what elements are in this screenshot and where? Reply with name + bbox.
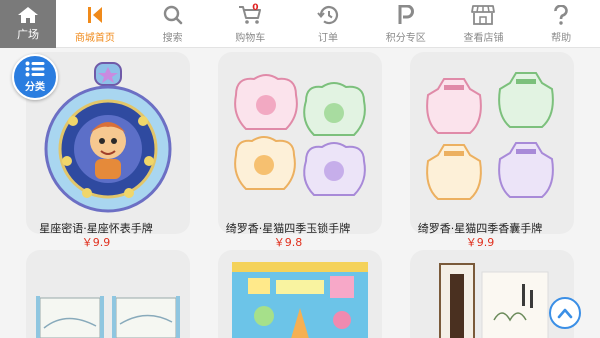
search-icon (163, 5, 182, 25)
product-card[interactable] (218, 52, 382, 234)
product-card[interactable] (410, 250, 574, 338)
home-icon (18, 7, 38, 23)
category-button-label: 分类 (25, 82, 45, 93)
sachet-tags-picture (426, 72, 554, 200)
list-icon (25, 61, 45, 77)
product-price: ￥9.9 (465, 236, 495, 249)
scroll-to-top-button[interactable] (549, 297, 581, 329)
main-nav: 商城首页 搜索 0 购物车 订单 积分专区 查看店铺 帮助 (56, 0, 600, 48)
store-icon (471, 5, 496, 25)
points-p-icon (398, 5, 414, 24)
product-price: ￥9.8 (273, 236, 303, 249)
shop-home-icon (87, 7, 102, 23)
product-image (418, 60, 566, 220)
product-card[interactable] (218, 250, 382, 338)
product-card[interactable] (410, 52, 574, 234)
nav-points-label: 积分专区 (385, 33, 426, 44)
nav-cart[interactable]: 0 购物车 (211, 0, 289, 48)
nav-shop-home-label: 商城首页 (74, 33, 115, 44)
nav-orders[interactable]: 订单 (289, 0, 367, 48)
nav-search-label: 搜索 (162, 33, 183, 44)
nav-points[interactable]: 积分专区 (367, 0, 445, 48)
plaza-tab-label: 广场 (17, 28, 39, 41)
history-icon (317, 6, 339, 25)
plaza-tab[interactable]: 广场 (0, 0, 56, 48)
nav-cart-label: 购物车 (235, 33, 266, 44)
nav-shop-home[interactable]: 商城首页 (56, 0, 134, 48)
nav-help[interactable]: 帮助 (522, 0, 600, 48)
nav-store[interactable]: 查看店铺 (445, 0, 523, 48)
product-price: ￥9.9 (81, 236, 111, 249)
jade-lock-tags-picture (234, 74, 366, 196)
nav-search[interactable]: 搜索 (134, 0, 212, 48)
cart-count-badge: 0 (252, 3, 259, 13)
product-image (439, 263, 549, 338)
product-image (226, 60, 374, 220)
cart-icon (239, 6, 262, 24)
product-image (232, 262, 368, 338)
product-grid: 星座密语·星座怀表手牌 ￥9.9 绮罗香·星猫四季玉锁手牌 ￥9.8 绮罗香·星… (0, 48, 600, 338)
help-icon (554, 5, 568, 25)
nav-store-label: 查看店铺 (463, 33, 504, 44)
watch-tag-picture (44, 62, 172, 213)
product-image (36, 296, 180, 338)
top-navigation-bar: 广场 商城首页 搜索 0 购物车 订单 积分专区 查看店铺 帮助 (0, 0, 600, 48)
nav-orders-label: 订单 (318, 33, 339, 44)
product-card[interactable] (26, 250, 190, 338)
chevron-up-icon (557, 308, 573, 319)
nav-help-label: 帮助 (551, 33, 572, 44)
category-button[interactable]: 分类 (12, 54, 58, 100)
